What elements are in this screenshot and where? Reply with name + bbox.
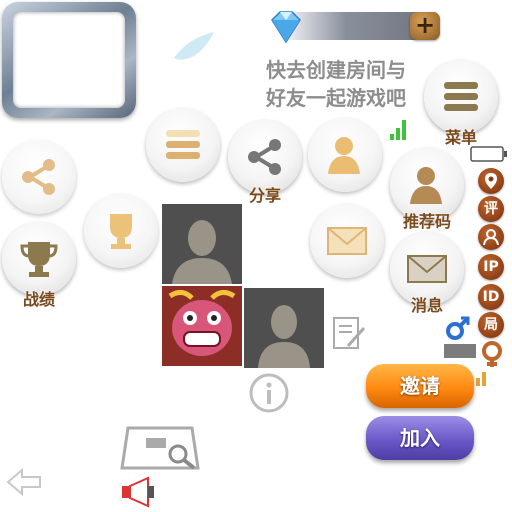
record-label: 战绩	[22, 290, 55, 309]
message-faded-button[interactable]	[310, 204, 384, 278]
invite-button[interactable]: 邀请	[366, 364, 474, 408]
diamond-icon	[271, 11, 301, 44]
back-arrow-icon[interactable]	[4, 466, 44, 498]
search-room-icon[interactable]	[118, 424, 204, 474]
water-drop-icon	[174, 32, 214, 60]
trophy-faded-icon	[110, 214, 132, 249]
default-female-avatar-icon	[244, 288, 324, 368]
round-icon[interactable]: 局	[478, 312, 504, 338]
notice-line-2: 好友一起游戏吧	[266, 86, 406, 110]
female-icon	[482, 341, 502, 367]
player-avatar-3[interactable]	[244, 288, 324, 368]
player-avatar-1[interactable]	[162, 204, 242, 284]
avatar-frame[interactable]	[2, 2, 136, 118]
male-icon	[446, 316, 470, 340]
level-bar	[444, 344, 476, 358]
menu-icon	[444, 82, 478, 111]
battery-icon	[470, 146, 507, 162]
message-label: 消息	[410, 296, 443, 315]
default-avatar-icon	[162, 204, 242, 284]
envelope-faded-icon	[327, 227, 367, 255]
share-label: 分享	[248, 186, 281, 205]
notice-text: 快去创建房间与 好友一起游戏吧	[236, 56, 436, 112]
list-icon	[166, 130, 200, 159]
referral-person-icon	[410, 167, 442, 204]
signal-bars-icon	[476, 368, 490, 386]
person-icon	[328, 137, 360, 174]
envelope-icon	[407, 255, 447, 283]
join-button[interactable]: 加入	[366, 416, 474, 460]
rating-icon[interactable]: 评	[478, 196, 504, 222]
wifi-signal-icon	[390, 120, 412, 140]
referral-code-label: 推荐码	[402, 212, 451, 231]
notice-line-1: 快去创建房间与	[266, 58, 406, 82]
share-icon	[248, 139, 281, 175]
share-faded-icon	[22, 159, 55, 195]
monster-avatar-icon	[162, 286, 242, 366]
user-icon[interactable]	[478, 224, 504, 250]
room-list-button[interactable]	[146, 108, 220, 182]
trophy-icon	[20, 242, 58, 277]
menu-button[interactable]	[424, 60, 498, 134]
player-avatar-2[interactable]	[162, 286, 242, 366]
megaphone-icon[interactable]	[118, 476, 158, 508]
edit-note-icon[interactable]	[330, 314, 370, 354]
add-gems-button[interactable]: +	[410, 12, 440, 40]
referral-faded-button[interactable]	[308, 118, 382, 192]
record-button[interactable]	[2, 222, 76, 296]
id-icon[interactable]: ID	[478, 284, 504, 310]
record-faded-button[interactable]	[84, 194, 158, 268]
ip-icon[interactable]: IP	[478, 254, 504, 280]
location-icon[interactable]	[478, 168, 504, 194]
share-faded-button[interactable]	[2, 140, 76, 214]
info-icon[interactable]	[248, 372, 290, 414]
